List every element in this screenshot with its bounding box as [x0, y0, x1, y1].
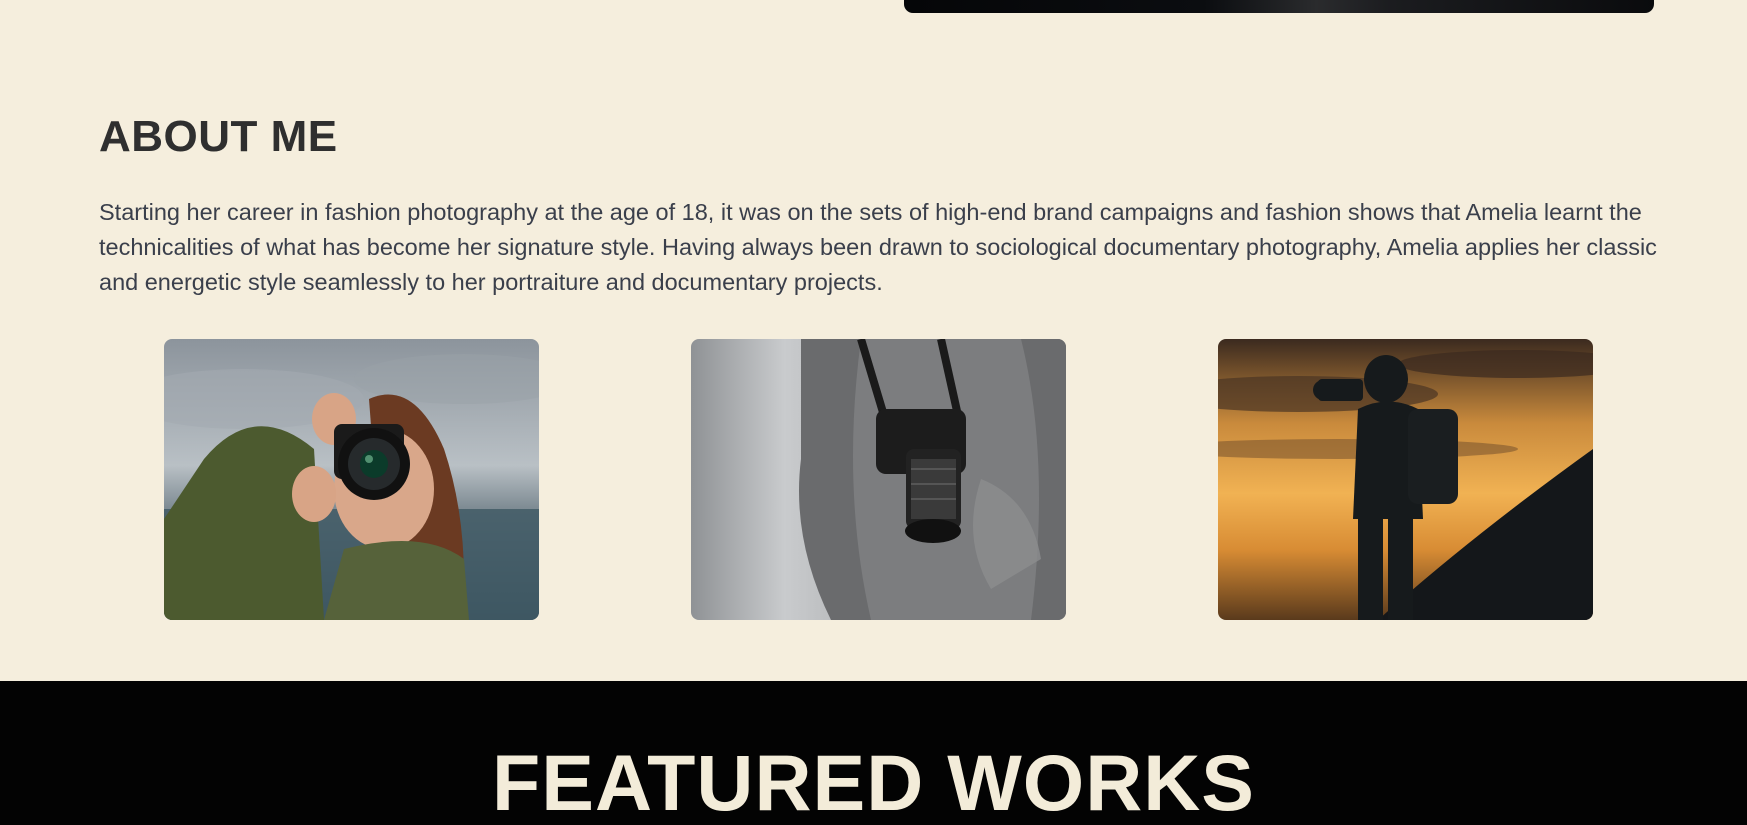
camera-on-hoodie-photo [691, 339, 1066, 620]
about-section: ABOUT ME Starting her career in fashion … [99, 112, 1659, 300]
woman-with-camera-photo [164, 339, 539, 620]
about-gallery [0, 339, 1747, 620]
featured-works-section: FEATURED WORKS [0, 681, 1747, 825]
featured-works-heading: FEATURED WORKS [492, 738, 1255, 825]
about-heading: ABOUT ME [99, 112, 338, 161]
about-paragraph: Starting her career in fashion photograp… [99, 199, 1657, 295]
sunset-silhouette-photographer-photo [1218, 339, 1593, 620]
page: ABOUT ME Starting her career in fashion … [0, 0, 1747, 825]
hero-image-bottom-edge [904, 0, 1654, 13]
